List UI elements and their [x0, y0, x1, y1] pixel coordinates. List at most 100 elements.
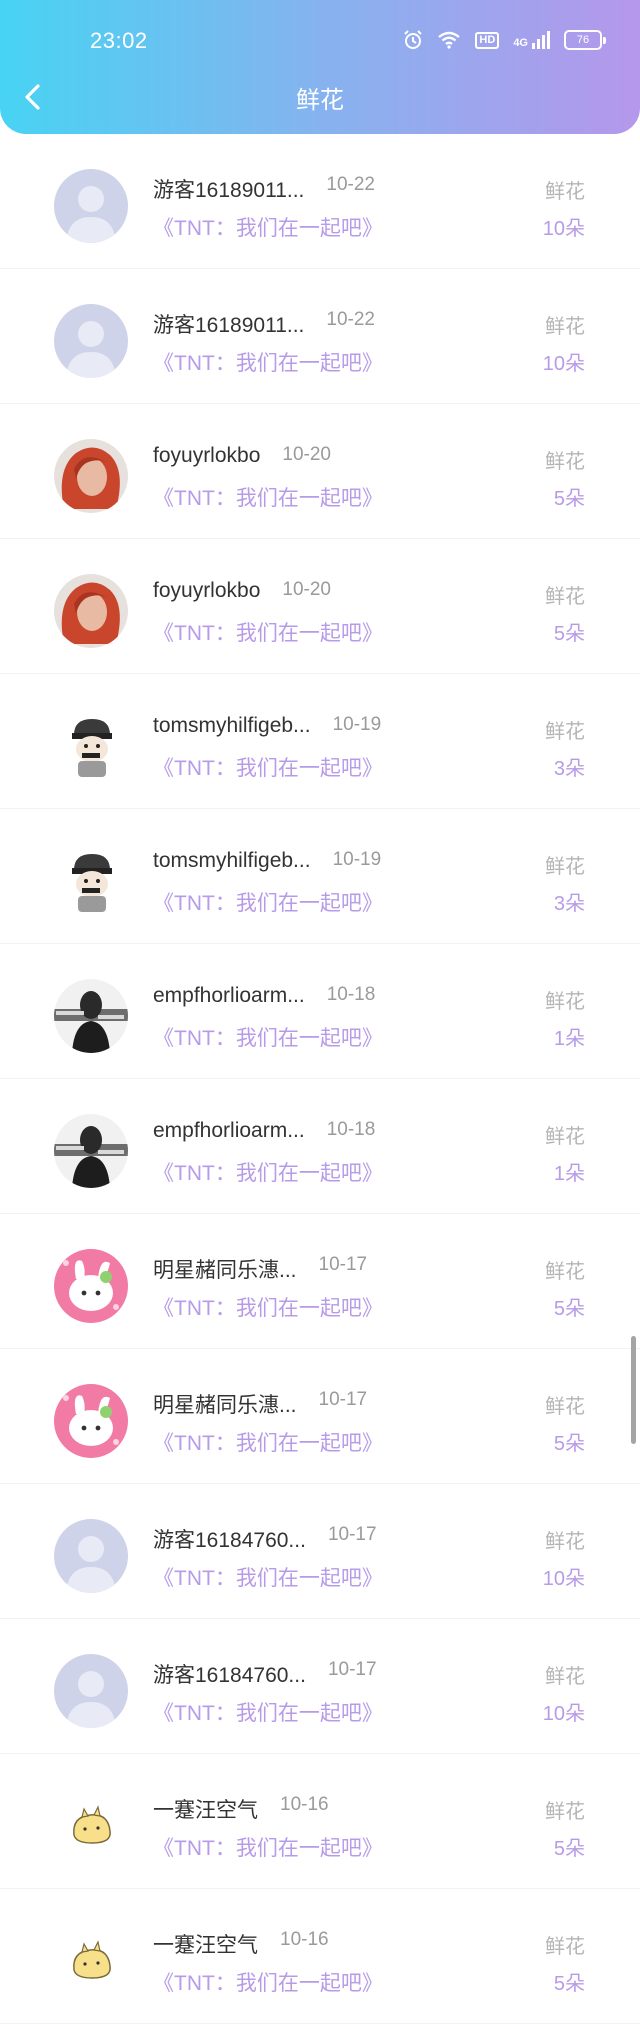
gift-date: 10-20 — [282, 444, 331, 465]
user-name: 游客16184760... — [153, 1664, 306, 1687]
gift-type: 鲜花 — [545, 1531, 585, 1553]
red-hair-avatar — [54, 439, 128, 513]
gift-date: 10-17 — [318, 1389, 368, 1410]
gift-count: 10朵 — [542, 218, 585, 240]
gift-type: 鲜花 — [545, 181, 585, 203]
gift-type: 鲜花 — [545, 1261, 585, 1283]
list-item[interactable]: foyuyrlokbo 10-20 《TNT：我们在一起吧》 鲜花 5朵 — [0, 539, 640, 674]
work-title: 《TNT：我们在一起吧》 — [153, 1567, 383, 1590]
gift-type: 鲜花 — [545, 316, 585, 338]
gift-date: 10-19 — [332, 849, 382, 870]
list-item[interactable]: tomsmyhilfigeb... 10-19 《TNT：我们在一起吧》 鲜花 … — [0, 809, 640, 944]
user-name: empfhorlioarm... — [153, 984, 305, 1007]
gift-count: 1朵 — [553, 1163, 585, 1185]
list-item[interactable]: 明星赭同乐潓... 10-17 《TNT：我们在一起吧》 鲜花 5朵 — [0, 1214, 640, 1349]
list-item[interactable]: 游客16184760... 10-17 《TNT：我们在一起吧》 鲜花 10朵 — [0, 1484, 640, 1619]
gift-type: 鲜花 — [545, 1936, 585, 1958]
work-title: 《TNT：我们在一起吧》 — [153, 217, 383, 240]
gift-date: 10-22 — [326, 174, 375, 195]
user-name: 游客16189011... — [153, 314, 305, 337]
gift-count: 5朵 — [553, 488, 585, 510]
work-title: 《TNT：我们在一起吧》 — [153, 1432, 383, 1455]
status-icons: HD 4G 76 — [403, 30, 606, 50]
list-item[interactable]: 游客16189011... 10-22 《TNT：我们在一起吧》 鲜花 10朵 — [0, 269, 640, 404]
gift-count: 5朵 — [553, 1838, 585, 1860]
gift-count: 5朵 — [553, 1433, 585, 1455]
gift-date: 10-18 — [326, 984, 376, 1005]
gift-type: 鲜花 — [545, 1666, 585, 1688]
gift-count: 5朵 — [553, 623, 585, 645]
default-avatar — [54, 1519, 128, 1593]
pink-bunny-avatar — [54, 1384, 128, 1458]
work-title: 《TNT：我们在一起吧》 — [153, 1297, 383, 1320]
gift-count: 5朵 — [553, 1298, 585, 1320]
default-avatar — [54, 169, 128, 243]
user-name: empfhorlioarm... — [153, 1119, 305, 1142]
battery-icon: 76 — [564, 30, 606, 50]
gift-count: 10朵 — [542, 353, 585, 375]
wifi-icon — [437, 31, 461, 49]
alarm-icon — [403, 30, 423, 50]
user-name: 一蹇汪空气 — [153, 1934, 258, 1957]
user-name: 游客16184760... — [153, 1529, 306, 1552]
user-name: foyuyrlokbo — [153, 444, 261, 467]
list-item[interactable]: 一蹇汪空气 10-16 《TNT：我们在一起吧》 鲜花 5朵 — [0, 1754, 640, 1889]
user-name: 游客16189011... — [153, 179, 305, 202]
top-header: 23:02 HD 4G 76 鲜花 — [0, 0, 640, 134]
gift-type: 鲜花 — [545, 991, 585, 1013]
dark-photo-avatar — [54, 1114, 128, 1188]
user-name: tomsmyhilfigeb... — [153, 849, 311, 872]
work-title: 《TNT：我们在一起吧》 — [153, 1162, 383, 1185]
work-title: 《TNT：我们在一起吧》 — [153, 757, 383, 780]
gift-count: 3朵 — [553, 758, 585, 780]
gift-date: 10-17 — [327, 1659, 377, 1680]
gift-date: 10-16 — [280, 1929, 329, 1950]
gift-type: 鲜花 — [545, 1126, 585, 1148]
gift-type: 鲜花 — [545, 721, 585, 743]
list-item[interactable]: empfhorlioarm... 10-18 《TNT：我们在一起吧》 鲜花 1… — [0, 1079, 640, 1214]
user-name: 一蹇汪空气 — [153, 1799, 258, 1822]
work-title: 《TNT：我们在一起吧》 — [153, 1702, 383, 1725]
gift-count: 5朵 — [553, 1973, 585, 1995]
red-hair-avatar — [54, 574, 128, 648]
list-item[interactable]: 明星赭同乐潓... 10-17 《TNT：我们在一起吧》 鲜花 5朵 — [0, 1349, 640, 1484]
user-name: tomsmyhilfigeb... — [153, 714, 311, 737]
list-item[interactable]: 游客16184760... 10-17 《TNT：我们在一起吧》 鲜花 10朵 — [0, 1619, 640, 1754]
yellow-chick-avatar — [54, 1789, 128, 1863]
user-name: foyuyrlokbo — [153, 579, 261, 602]
work-title: 《TNT：我们在一起吧》 — [153, 1027, 383, 1050]
gift-date: 10-22 — [326, 309, 375, 330]
gift-date: 10-17 — [327, 1524, 377, 1545]
network-label: 4G — [513, 37, 528, 49]
user-name: 明星赭同乐潓... — [153, 1394, 297, 1417]
work-title: 《TNT：我们在一起吧》 — [153, 487, 383, 510]
list-item[interactable]: 游客16189011... 10-22 《TNT：我们在一起吧》 鲜花 10朵 — [0, 134, 640, 269]
work-title: 《TNT：我们在一起吧》 — [153, 892, 383, 915]
cartoon-boy-avatar — [54, 844, 128, 918]
hd-badge: HD — [475, 31, 500, 49]
gift-count: 10朵 — [542, 1703, 585, 1725]
yellow-chick-avatar — [54, 1924, 128, 1998]
gift-type: 鲜花 — [545, 856, 585, 878]
list-item[interactable]: 一蹇汪空气 10-16 《TNT：我们在一起吧》 鲜花 5朵 — [0, 1889, 640, 2024]
gift-date: 10-16 — [280, 1794, 329, 1815]
list-item[interactable]: empfhorlioarm... 10-18 《TNT：我们在一起吧》 鲜花 1… — [0, 944, 640, 1079]
work-title: 《TNT：我们在一起吧》 — [153, 352, 383, 375]
status-time: 23:02 — [90, 28, 148, 53]
cartoon-boy-avatar — [54, 709, 128, 783]
user-name: 明星赭同乐潓... — [153, 1259, 297, 1282]
gift-date: 10-20 — [282, 579, 331, 600]
list-item[interactable]: foyuyrlokbo 10-20 《TNT：我们在一起吧》 鲜花 5朵 — [0, 404, 640, 539]
gift-date: 10-19 — [332, 714, 382, 735]
gift-type: 鲜花 — [545, 451, 585, 473]
gift-record-list: 游客16189011... 10-22 《TNT：我们在一起吧》 鲜花 10朵 … — [0, 134, 640, 2024]
list-item[interactable]: tomsmyhilfigeb... 10-19 《TNT：我们在一起吧》 鲜花 … — [0, 674, 640, 809]
gift-type: 鲜花 — [545, 1801, 585, 1823]
gift-count: 3朵 — [553, 893, 585, 915]
gift-count: 1朵 — [553, 1028, 585, 1050]
scrollbar[interactable] — [631, 1336, 636, 1444]
dark-photo-avatar — [54, 979, 128, 1053]
gift-date: 10-18 — [326, 1119, 376, 1140]
default-avatar — [54, 304, 128, 378]
gift-count: 10朵 — [542, 1568, 585, 1590]
